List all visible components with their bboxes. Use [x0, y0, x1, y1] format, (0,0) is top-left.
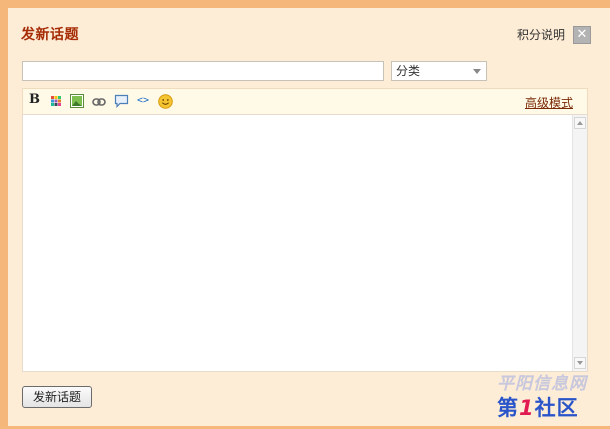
editor-scrollbar[interactable] — [572, 115, 587, 371]
advanced-mode-link[interactable]: 高级模式 — [525, 94, 573, 111]
category-selected-value: 分类 — [396, 64, 421, 78]
smiley-icon[interactable] — [158, 94, 173, 109]
watermark-part-2: 社区 — [534, 396, 579, 420]
new-topic-dialog: 发新话题 积分说明 ✕ 分类 B <> 高级模式 发新话题 — [8, 8, 610, 426]
editor-toolbar: B <> 高级模式 — [22, 88, 588, 114]
category-select[interactable]: 分类 — [391, 61, 487, 81]
bold-icon[interactable]: B — [29, 93, 43, 107]
close-button[interactable]: ✕ — [573, 26, 591, 44]
message-editor[interactable] — [22, 114, 588, 372]
scroll-down-icon[interactable] — [574, 357, 586, 369]
close-icon: ✕ — [576, 27, 588, 42]
watermark-number: 1 — [519, 396, 535, 420]
points-help-link[interactable]: 积分说明 — [517, 26, 565, 43]
image-icon[interactable] — [70, 94, 84, 108]
subject-input[interactable] — [22, 61, 384, 81]
watermark-site-name: 平阳信息网 — [497, 374, 587, 394]
chevron-down-icon — [473, 69, 481, 74]
watermark-community-logo: 第1社区 — [497, 392, 579, 422]
code-icon[interactable]: <> — [137, 95, 151, 109]
submit-topic-button[interactable]: 发新话题 — [22, 386, 92, 408]
color-icon[interactable] — [49, 94, 63, 108]
scroll-up-icon[interactable] — [574, 117, 586, 129]
watermark-part-1: 第 — [497, 396, 519, 420]
link-icon[interactable] — [92, 96, 106, 110]
dialog-title: 发新话题 — [21, 27, 79, 43]
quote-icon[interactable] — [114, 94, 129, 108]
